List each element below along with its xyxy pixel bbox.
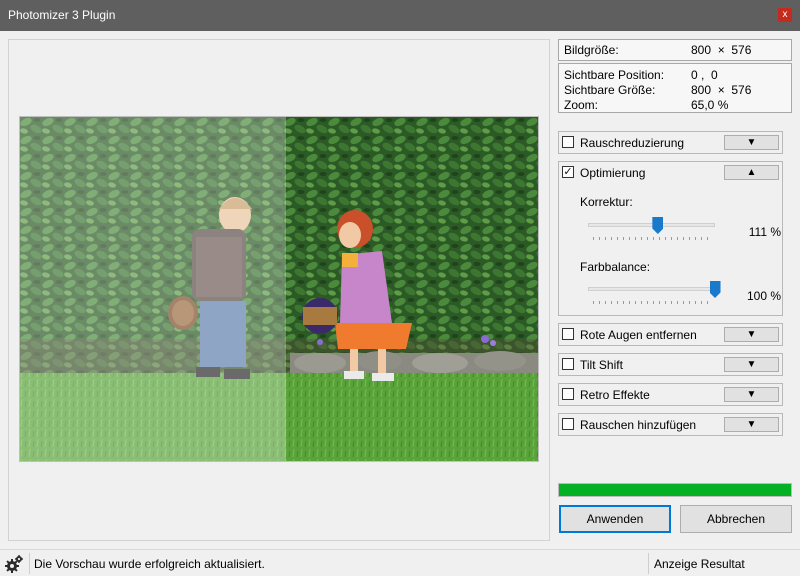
tilt-shift-checkbox[interactable] xyxy=(562,358,574,370)
optimization-checkbox[interactable]: ✓ xyxy=(562,166,574,178)
optimization-label: Optimierung xyxy=(580,166,646,180)
red-eye-checkbox[interactable] xyxy=(562,328,574,340)
image-size-box: Bildgröße: 800 × 576 xyxy=(558,39,792,61)
correction-label: Korrektur: xyxy=(580,195,633,209)
retro-effects-expand-button[interactable]: ▼ xyxy=(724,387,779,402)
preview-panel xyxy=(8,39,550,541)
correction-slider-thumb[interactable] xyxy=(652,217,664,234)
correction-value: 111 % xyxy=(748,225,781,239)
title-bar: Photomizer 3 Plugin x xyxy=(0,0,800,31)
add-noise-expand-button[interactable]: ▼ xyxy=(724,417,779,432)
noise-reduction-checkbox[interactable] xyxy=(562,136,574,148)
progress-fill xyxy=(559,484,791,496)
color-balance-slider-track[interactable] xyxy=(588,287,715,291)
section-optimization: ✓ Optimierung ▲ Korrektur: 111 % Farbbal… xyxy=(558,161,783,316)
tilt-shift-label: Tilt Shift xyxy=(580,358,623,372)
progress-bar xyxy=(558,483,792,497)
view-info-box: Sichtbare Position: 0 , 0 Sichtbare Größ… xyxy=(558,63,792,113)
preview-photo xyxy=(20,117,538,461)
visible-position-label: Sichtbare Position: xyxy=(564,68,665,82)
section-red-eye: Rote Augen entfernen ▼ xyxy=(558,323,783,346)
section-add-noise: Rauschen hinzufügen ▼ xyxy=(558,413,783,436)
window-title: Photomizer 3 Plugin xyxy=(8,8,116,22)
section-retro-effects: Retro Effekte ▼ xyxy=(558,383,783,406)
close-icon[interactable]: x xyxy=(778,8,792,22)
optimization-collapse-button[interactable]: ▲ xyxy=(724,165,779,180)
visible-size-value: 800 × 576 xyxy=(691,83,752,97)
color-balance-label: Farbbalance: xyxy=(580,260,651,274)
section-noise-reduction: Rauschreduzierung ▼ xyxy=(558,131,783,154)
color-balance-slider-thumb[interactable] xyxy=(709,281,721,298)
status-bar: Die Vorschau wurde erfolgreich aktualisi… xyxy=(0,549,800,576)
section-tilt-shift: Tilt Shift ▼ xyxy=(558,353,783,376)
correction-slider-track[interactable] xyxy=(588,223,715,227)
gear-icon[interactable] xyxy=(4,554,24,574)
visible-size-label: Sichtbare Größe: xyxy=(564,83,656,97)
zoom-value: 65,0 % xyxy=(691,98,729,112)
status-message: Die Vorschau wurde erfolgreich aktualisi… xyxy=(34,557,265,571)
apply-button[interactable]: Anwenden xyxy=(559,505,671,533)
preview-image[interactable] xyxy=(19,116,539,462)
add-noise-checkbox[interactable] xyxy=(562,418,574,430)
status-separator xyxy=(648,553,649,574)
noise-reduction-expand-button[interactable]: ▼ xyxy=(724,135,779,150)
retro-effects-checkbox[interactable] xyxy=(562,388,574,400)
status-separator xyxy=(29,553,30,574)
correction-slider-ticks xyxy=(593,237,713,240)
tilt-shift-expand-button[interactable]: ▼ xyxy=(724,357,779,372)
add-noise-label: Rauschen hinzufügen xyxy=(580,418,697,432)
image-size-value: 800 × 576 xyxy=(691,43,752,57)
image-size-label: Bildgröße: xyxy=(564,43,619,57)
cancel-button[interactable]: Abbrechen xyxy=(680,505,792,533)
view-mode-label[interactable]: Anzeige Resultat xyxy=(654,557,745,571)
color-balance-slider-ticks xyxy=(593,301,713,304)
color-balance-value: 100 % xyxy=(746,289,781,303)
red-eye-expand-button[interactable]: ▼ xyxy=(724,327,779,342)
noise-reduction-label: Rauschreduzierung xyxy=(580,136,685,150)
red-eye-label: Rote Augen entfernen xyxy=(580,328,697,342)
visible-position-value: 0 , 0 xyxy=(691,68,718,82)
retro-effects-label: Retro Effekte xyxy=(580,388,650,402)
zoom-label: Zoom: xyxy=(564,98,599,112)
